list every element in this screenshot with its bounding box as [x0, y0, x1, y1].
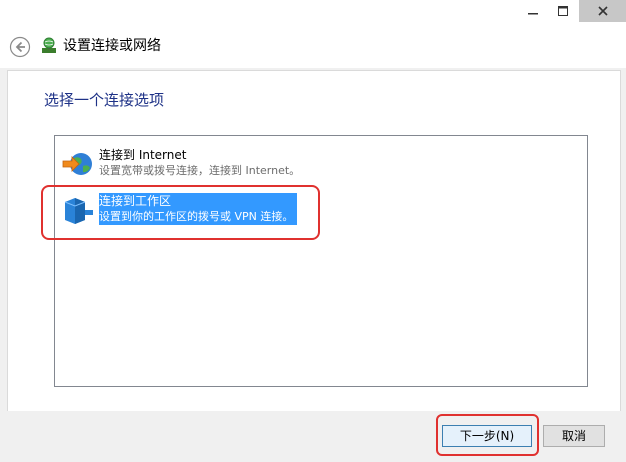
option-description: 设置宽带或拨号连接，连接到 Internet。 — [99, 164, 301, 177]
option-title: 连接到 Internet — [99, 148, 187, 162]
window-title: 设置连接或网络 — [63, 38, 161, 54]
annotation-highlight — [41, 185, 320, 240]
close-button[interactable] — [579, 0, 626, 22]
network-globe-icon — [40, 37, 58, 55]
setup-connection-window: 设置连接或网络 选择一个连接选项 连接到 Internet 设置宽带或拨号连接，… — [0, 0, 626, 462]
wizard-header: 设置连接或网络 — [0, 28, 626, 68]
back-button[interactable] — [9, 36, 31, 58]
back-arrow-icon — [9, 36, 31, 58]
title-bar — [0, 0, 626, 28]
content-panel: 选择一个连接选项 连接到 Internet 设置宽带或拨号连接，连接到 Inte… — [7, 70, 621, 412]
option-text: 连接到 Internet 设置宽带或拨号连接，连接到 Internet。 — [99, 147, 300, 179]
minimize-icon — [528, 13, 538, 15]
annotation-highlight — [436, 414, 539, 456]
maximize-button[interactable] — [549, 0, 577, 22]
page-heading: 选择一个连接选项 — [44, 91, 165, 109]
internet-globe-icon — [61, 148, 95, 180]
maximize-icon — [558, 6, 568, 16]
cancel-button[interactable]: 取消 — [543, 425, 605, 447]
connection-options-list[interactable]: 连接到 Internet 设置宽带或拨号连接，连接到 Internet。 连接到… — [54, 135, 588, 387]
minimize-button[interactable] — [519, 0, 547, 22]
close-icon — [597, 6, 608, 16]
option-connect-internet[interactable]: 连接到 Internet 设置宽带或拨号连接，连接到 Internet。 — [59, 146, 579, 182]
